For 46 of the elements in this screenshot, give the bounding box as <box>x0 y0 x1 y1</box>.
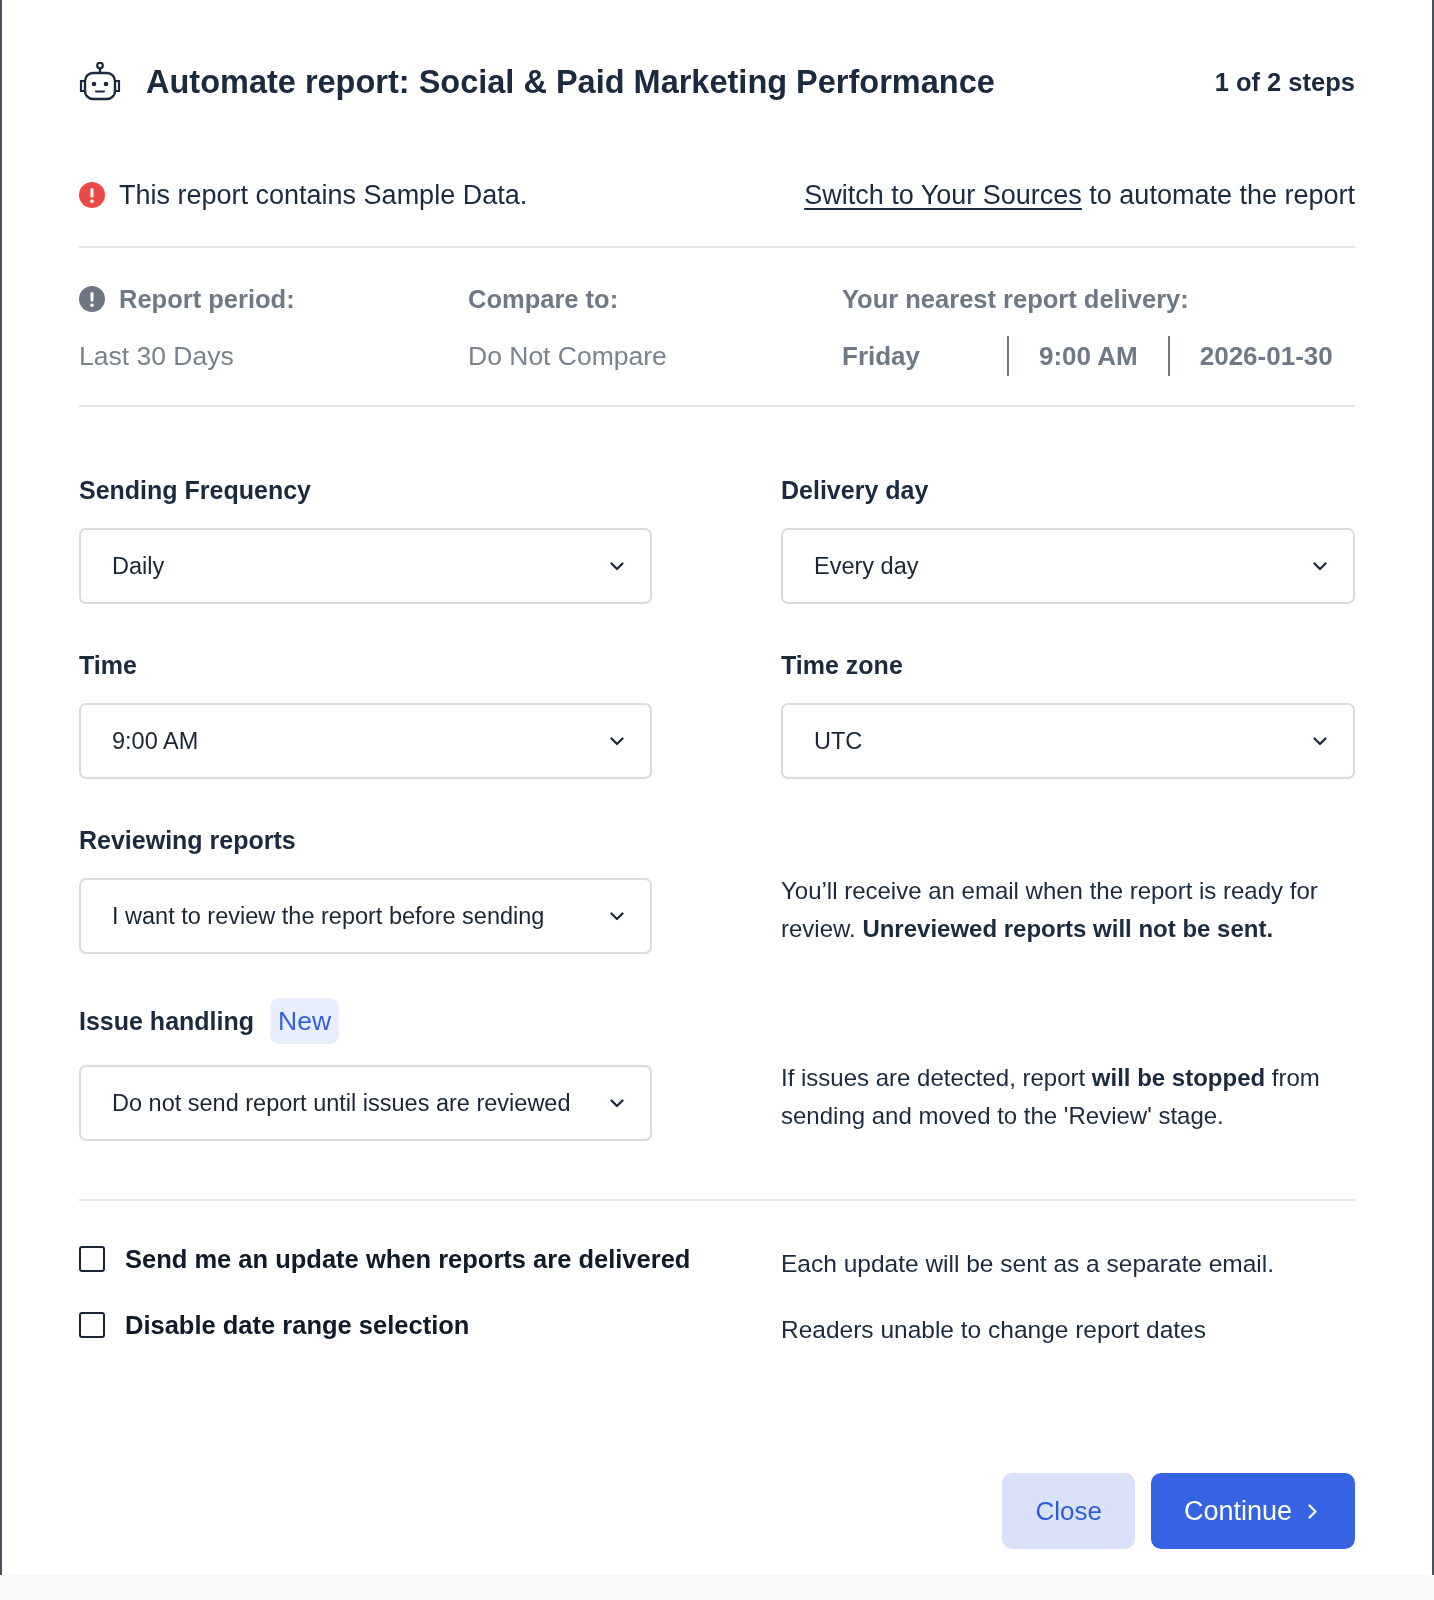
chevron-down-icon <box>610 1098 624 1108</box>
checkbox-label: Disable date range selection <box>125 1310 470 1340</box>
switch-sources-link[interactable]: Switch to Your Sources <box>804 179 1082 210</box>
summary-label: Report period: <box>119 284 295 314</box>
dropdown-select[interactable]: Daily <box>79 528 652 604</box>
chevron-down-icon <box>610 736 624 746</box>
dropdown-select[interactable]: I want to review the report before sending <box>79 878 652 954</box>
option-hint: Readers unable to change report dates <box>781 1315 1207 1344</box>
secondary-button[interactable]: Close <box>1002 1473 1135 1549</box>
chevron-down-icon <box>1313 561 1327 571</box>
delivery-value: 9:00 AM <box>1039 340 1138 372</box>
field-label: Time <box>79 650 137 680</box>
info-icon <box>79 286 105 312</box>
summary-value: Last 30 Days <box>79 340 234 372</box>
setting-note: You’ll receive an email when the report is ready for review. Unreviewed reports will not be sent. <box>781 876 1319 944</box>
dropdown-select[interactable]: UTC <box>781 703 1355 779</box>
delivery-value: 2026-01-30 <box>1199 340 1333 372</box>
summary-value: Do Not Compare <box>468 340 667 372</box>
primary-button[interactable]: Continue <box>1150 1473 1355 1549</box>
new-badge: New <box>270 998 340 1044</box>
chevron-right-icon <box>1308 1503 1317 1519</box>
summary-label: Compare to: <box>468 284 619 314</box>
summary-label: Your nearest report delivery: <box>842 284 1189 314</box>
checkbox-label: Send me an update when reports are delivered <box>125 1244 691 1274</box>
chevron-down-icon <box>1313 736 1327 746</box>
field-label: Issue handling <box>79 1006 255 1036</box>
step-indicator: 1 of 2 steps <box>1214 67 1355 97</box>
chevron-down-icon <box>610 911 624 921</box>
field-label: Time zone <box>781 650 903 680</box>
field-label: Sending Frequency <box>79 475 311 505</box>
dropdown-select[interactable]: Do not send report until issues are reviewed <box>79 1065 652 1141</box>
checkbox[interactable] <box>79 1312 105 1338</box>
robot-icon <box>79 62 121 102</box>
dialog-title: Automate report: Social & Paid Marketing Performance <box>146 63 995 101</box>
delivery-value: Friday <box>842 340 922 372</box>
field-label: Reviewing reports <box>79 825 296 855</box>
option-hint: Each update will be sent as a separate email. <box>781 1249 1275 1278</box>
checkbox[interactable] <box>79 1246 105 1272</box>
dropdown-select[interactable]: Every day <box>781 528 1355 604</box>
setting-note: If issues are detected, report will be stopped from sending and moved to the 'Review' stage. <box>781 1063 1321 1131</box>
chevron-down-icon <box>610 561 624 571</box>
dropdown-select[interactable]: 9:00 AM <box>79 703 652 779</box>
switch-sources-hint: Switch to Your Sources to automate the report <box>804 179 1355 211</box>
field-label: Delivery day <box>781 475 929 505</box>
alert-icon <box>79 182 105 208</box>
sample-data-message: This report contains Sample Data. <box>119 179 528 211</box>
